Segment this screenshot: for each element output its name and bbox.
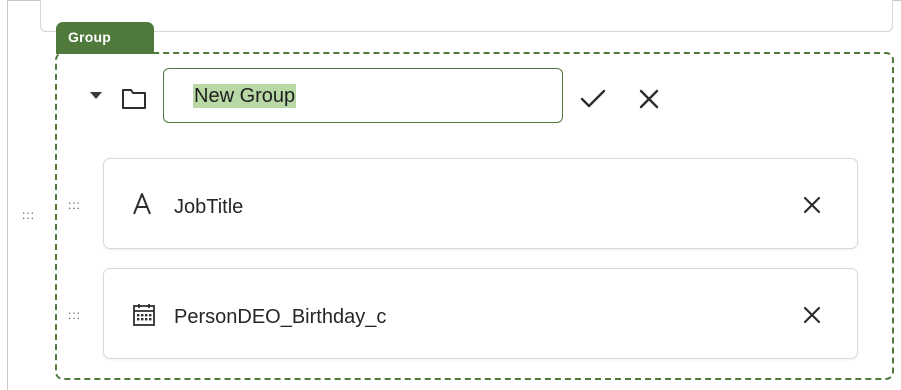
field-card-birthday: PersonDEO_Birthday_c — [103, 268, 858, 359]
group-tab: Group — [56, 22, 154, 54]
cancel-close-icon[interactable] — [639, 89, 659, 109]
text-type-icon — [133, 193, 151, 215]
group-drag-handle[interactable]: ::: — [22, 209, 40, 221]
collapse-caret-icon[interactable] — [90, 92, 102, 99]
field-label: PersonDEO_Birthday_c — [174, 306, 387, 328]
field-card-jobtitle: JobTitle — [103, 158, 858, 249]
confirm-check-icon[interactable] — [580, 88, 606, 110]
panel-border-left — [7, 0, 8, 390]
field-label: JobTitle — [174, 196, 244, 218]
group-tab-label: Group — [68, 29, 111, 45]
remove-field-close-icon[interactable] — [802, 195, 822, 215]
calendar-icon — [133, 304, 155, 326]
remove-field-close-icon[interactable] — [802, 305, 822, 325]
previous-item-card — [40, 0, 893, 32]
group-name-value: New Group — [193, 84, 297, 108]
folder-icon — [122, 89, 146, 109]
field-drag-handle[interactable]: ::: — [68, 199, 90, 211]
field-drag-handle[interactable]: ::: — [68, 309, 90, 321]
group-name-input[interactable]: New Group — [163, 68, 563, 123]
